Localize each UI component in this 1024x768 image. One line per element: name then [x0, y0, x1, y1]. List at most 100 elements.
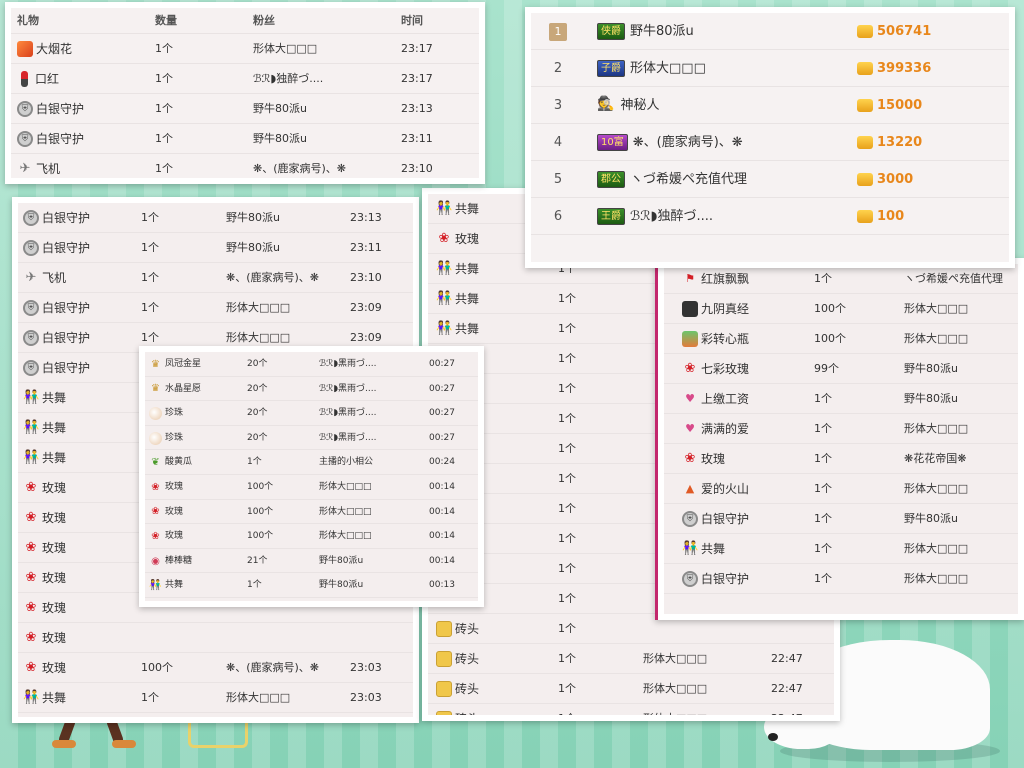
rose-icon: ❀	[151, 506, 160, 518]
gift-cell: 口红	[17, 64, 59, 94]
gift-cell: ✈ 飞机	[23, 263, 66, 293]
gold-coin-icon	[857, 99, 873, 112]
table-row: ✈ 飞机 1个 ❋、(鹿家病号)、❋ 23:10	[18, 263, 413, 293]
shield-icon: ⛨	[17, 131, 33, 147]
quantity-cell: 1个	[814, 422, 832, 435]
fan-name-cell: ❋、(鹿家病号)、❋	[226, 271, 320, 284]
fan-ranking-panel: 1 侠爵 野牛80派u 506741 2 子爵 形体大□□□ 399336 3 🕵 神秘人 15000…	[525, 7, 1015, 268]
rose-icon: ❀	[25, 540, 37, 555]
table-row: ♛ 水晶星愿 20个 ℬℛ◗黑雨づ.... 00:27	[145, 377, 478, 402]
ranking-row: 3 🕵 神秘人 15000	[531, 87, 1009, 124]
gift-name: 爱的火山	[701, 482, 750, 496]
gift-cell: ❀玫瑰	[23, 473, 66, 503]
gift-name: 玫瑰	[165, 531, 184, 542]
gift-cell: ⛨ 白银守护	[17, 124, 84, 154]
rose-icon: ❀	[438, 231, 450, 246]
table-row: ♥ 上缴工资 1个 野牛80派u	[664, 384, 1018, 414]
gift-cell: ❀ 玫瑰	[436, 224, 479, 254]
table-row: ❀ 七彩玫瑰 99个 野牛80派u	[664, 354, 1018, 384]
rank-number: 4	[553, 135, 563, 150]
quantity-cell: 1个	[141, 271, 159, 284]
rose-icon: ❀	[25, 630, 37, 645]
fan-name-cell: ℬℛ◗黑雨づ....	[319, 383, 377, 394]
rank-fan: 郡公 ヽづ希媛ペ充值代理	[597, 161, 747, 198]
table-row: ❀ 玫瑰 100个 形体大□□□ 00:14	[145, 500, 478, 525]
gift-name: 白银守护	[36, 102, 85, 116]
gift-cell: ⛨ 白银守护	[17, 94, 84, 124]
gift-name: 玫瑰	[455, 232, 480, 246]
quantity-cell: 1个	[141, 691, 159, 704]
volcano-icon: ▲	[685, 482, 695, 495]
time-cell: 22:47	[771, 682, 803, 695]
table-row: ⛨ 白银守护 1个 野牛80派u 23:11	[18, 233, 413, 263]
rank-score-value: 13220	[877, 135, 923, 150]
shield-icon: ⛨	[23, 330, 39, 346]
rank-fan-name: ℬℛ◗独醉づ....	[630, 209, 713, 224]
table-row: ❦ 酸黄瓜 1个 主播的小相公 00:24	[145, 450, 478, 475]
quantity-cell: 1个	[814, 512, 832, 525]
bottle-icon	[682, 331, 698, 347]
gift-name: 砖头	[455, 704, 479, 715]
time-cell: 23:03	[350, 691, 382, 704]
fan-name-cell: 形体大□□□	[904, 422, 969, 435]
gift-cell: ♛ 水晶星愿	[149, 377, 201, 402]
quantity-cell: 1个	[558, 652, 576, 665]
table-row: ❀ 玫瑰 100个 ❋、(鹿家病号)、❋ 23:03	[18, 653, 413, 683]
brick-icon	[436, 651, 452, 667]
rank-badge: 王爵	[597, 208, 625, 225]
table-row: ⛨ 白银守护 1个 形体大□□□	[664, 564, 1018, 594]
fan-name-cell: ❋、(鹿家病号)、❋	[226, 713, 319, 717]
fan-name-cell: ℬℛ◗黑雨づ....	[319, 432, 377, 443]
table-header: 礼物 数量 粉丝 时间	[11, 8, 479, 34]
fan-name-cell: 野牛80派u	[904, 362, 958, 375]
rank-fan-name: ヽづ希媛ペ充值代理	[630, 172, 748, 187]
gift-name: 玫瑰	[42, 571, 67, 585]
fan-name-cell: 形体大□□□	[904, 572, 969, 585]
shield-icon: ⛨	[23, 210, 39, 226]
time-cell: 23:03	[350, 661, 382, 674]
plane-icon: ✈	[25, 270, 37, 285]
gift-name: 大烟花	[36, 42, 73, 56]
gift-cell: ❀玫瑰	[23, 563, 66, 593]
gold-coin-icon	[857, 25, 873, 38]
shield-icon: ⛨	[682, 571, 698, 587]
fan-name-cell: 野牛80派u	[226, 241, 280, 254]
crown-icon: ♛	[151, 383, 160, 395]
quantity-cell: 1个	[814, 272, 832, 285]
fan-name-cell: 形体大□□□	[904, 542, 969, 555]
fan-name-cell: 形体大□□□	[319, 481, 372, 492]
fan-name-cell: 形体大□□□	[643, 682, 708, 695]
time-cell: 00:13	[429, 580, 455, 591]
gift-cell: ⛨ 白银守护	[682, 504, 749, 534]
gift-cell: ❀玫瑰	[149, 524, 183, 549]
fan-name-cell: 野牛80派u	[904, 512, 958, 525]
quantity-cell: 1个	[558, 412, 576, 425]
quantity-cell: 1个	[155, 42, 173, 55]
shield-icon: ⛨	[23, 300, 39, 316]
quantity-cell: 1个	[558, 622, 576, 635]
table-row: ◉ 棒棒糖 21个 野牛80派u 00:14	[145, 549, 478, 574]
rank-score: 100	[857, 198, 904, 235]
dance-icon: 👫	[682, 541, 699, 556]
quantity-cell: 1个	[558, 442, 576, 455]
quantity-cell: 1个	[155, 72, 173, 85]
gift-cell: 👫 共舞	[23, 683, 66, 713]
quantity-cell: 100个	[814, 332, 846, 345]
gift-cell: 珍珠	[149, 401, 183, 426]
fan-name-cell: 形体大□□□	[319, 531, 372, 542]
time-cell: 23:09	[350, 301, 382, 314]
gift-cell: ❀玫瑰	[23, 713, 66, 717]
quantity-cell: 1个	[558, 562, 576, 575]
time-cell: 00:27	[429, 432, 455, 443]
rose-icon: ❀	[25, 600, 37, 615]
dance-icon: 👫	[436, 201, 453, 216]
gift-name: 共舞	[42, 691, 67, 705]
table-row: 砖头 1个 形体大□□□ 22:47	[428, 644, 834, 674]
flag-icon: ⚑	[685, 272, 695, 285]
quantity-cell: 1个	[155, 102, 173, 115]
gift-cell: ♥ 上缴工资	[682, 384, 749, 414]
table-row: ⛨ 白银守护 1个 野牛80派u 23:11	[11, 124, 479, 154]
header-qty: 数量	[155, 14, 177, 27]
gift-cell: ⛨ 白银守护	[23, 203, 90, 233]
gift-name: 棒棒糖	[165, 555, 193, 566]
